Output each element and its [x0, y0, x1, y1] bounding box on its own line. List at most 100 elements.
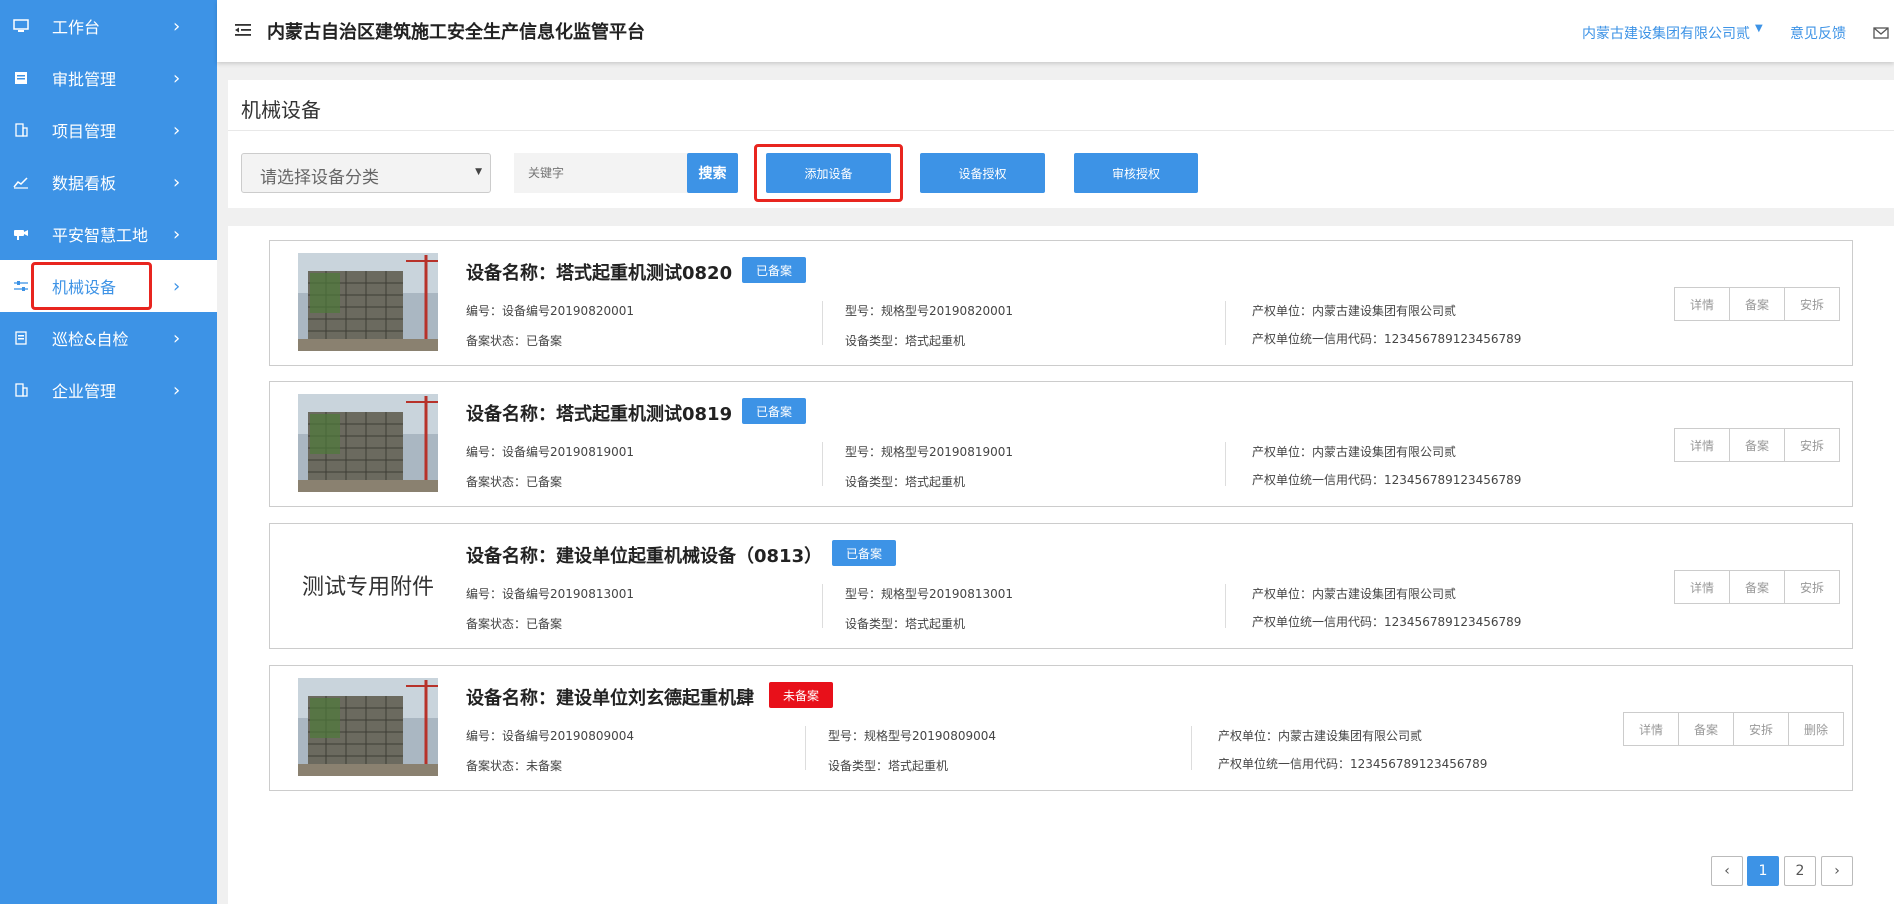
device-card: 设备名称：塔式起重机测试0819 已备案 编号：设备编号20190819001 … [269, 381, 1853, 507]
page-button-1[interactable]: 1 [1747, 856, 1779, 886]
status-value: 已备案 [526, 617, 563, 631]
feedback-link[interactable]: 意见反馈 [1790, 23, 1846, 43]
sidebar: 工作台 › 审批管理 › 项目管理 › 数据看板 › 平安智慧工地 › 机械设备… [0, 0, 217, 904]
device-name: 设备名称：建设单位刘玄德起重机肆 [466, 684, 754, 710]
credit-value: 123456789123456789 [1350, 757, 1488, 771]
credit-label: 产权单位统一信用代码： [1252, 615, 1385, 629]
model-value: 规格型号20190819001 [881, 445, 1013, 459]
device-type: 设备类型：塔式起重机 [845, 332, 965, 349]
highlight-frame [31, 262, 152, 310]
device-authorize-button[interactable]: 设备授权 [920, 153, 1045, 193]
app-title: 内蒙古自治区建筑施工安全生产信息化监管平台 [267, 22, 645, 43]
action-button[interactable]: 删除 [1789, 713, 1843, 745]
review-authorize-button[interactable]: 审核授权 [1074, 153, 1198, 193]
chart-icon [13, 174, 29, 190]
machine-icon [13, 278, 29, 294]
checklist-icon [13, 330, 29, 346]
action-button[interactable]: 备案 [1730, 571, 1785, 603]
device-model: 型号：规格型号20190820001 [845, 302, 1013, 319]
model-value: 规格型号20190820001 [881, 304, 1013, 318]
sidebar-item-dashboard[interactable]: 数据看板 › [0, 156, 217, 208]
owner-value: 内蒙古建设集团有限公司贰 [1278, 729, 1423, 743]
prev-page-button[interactable]: ‹ [1711, 856, 1743, 886]
sidebar-item-label: 项目管理 [52, 122, 117, 141]
action-button[interactable]: 详情 [1675, 288, 1730, 320]
model-label: 型号： [845, 304, 882, 318]
sidebar-item-enterprise[interactable]: 企业管理 › [0, 364, 217, 416]
highlight-frame [754, 144, 903, 202]
mail-icon[interactable] [1873, 24, 1889, 43]
status-badge: 已备案 [742, 398, 806, 424]
device-name-value: 塔式起重机测试0819 [556, 404, 733, 425]
type-value: 塔式起重机 [905, 334, 966, 348]
page-button-2[interactable]: 2 [1784, 856, 1816, 886]
next-page-button[interactable]: › [1821, 856, 1853, 886]
chevron-right-icon: › [173, 223, 181, 245]
caret-down-icon: ▼ [475, 167, 482, 177]
owner-unit: 产权单位：内蒙古建设集团有限公司贰 [1252, 302, 1456, 319]
action-group: 详情 备案 安拆 删除 [1623, 712, 1844, 746]
owner-value: 内蒙古建设集团有限公司贰 [1312, 445, 1457, 459]
action-button[interactable]: 备案 [1679, 713, 1734, 745]
chevron-right-icon: › [173, 379, 181, 401]
action-button[interactable]: 安拆 [1734, 713, 1789, 745]
status-value: 已备案 [526, 475, 563, 489]
sidebar-item-label: 企业管理 [52, 382, 117, 401]
type-value: 塔式起重机 [905, 617, 966, 631]
device-photo [298, 253, 438, 351]
action-button[interactable]: 详情 [1675, 429, 1730, 461]
action-button[interactable]: 备案 [1730, 288, 1785, 320]
company-switcher[interactable]: 内蒙古建设集团有限公司贰 [1582, 23, 1750, 43]
type-value: 塔式起重机 [888, 759, 949, 773]
credit-label: 产权单位统一信用代码： [1218, 757, 1351, 771]
action-group: 详情 备案 安拆 [1674, 428, 1840, 462]
credit-value: 123456789123456789 [1384, 615, 1522, 629]
status-label: 备案状态： [466, 334, 527, 348]
action-button[interactable]: 安拆 [1785, 429, 1839, 461]
action-button[interactable]: 安拆 [1785, 288, 1839, 320]
column-divider [1225, 442, 1226, 486]
category-select[interactable]: 请选择设备分类 ▼ [241, 153, 491, 193]
top-header: 内蒙古自治区建筑施工安全生产信息化监管平台 内蒙古建设集团有限公司贰 ▼ 意见反… [217, 0, 1894, 62]
keyword-input[interactable] [514, 153, 688, 193]
credit-code: 产权单位统一信用代码：123456789123456789 [1252, 613, 1521, 630]
sidebar-item-project[interactable]: 项目管理 › [0, 104, 217, 156]
sidebar-item-workbench[interactable]: 工作台 › [0, 0, 217, 52]
sidebar-item-approval[interactable]: 审批管理 › [0, 52, 217, 104]
status-badge: 未备案 [769, 682, 833, 708]
device-thumbnail: 测试专用附件 [298, 536, 438, 634]
action-button[interactable]: 详情 [1624, 713, 1679, 745]
column-divider [1191, 726, 1192, 770]
action-button[interactable]: 安拆 [1785, 571, 1839, 603]
credit-code: 产权单位统一信用代码：123456789123456789 [1218, 755, 1487, 772]
device-photo [298, 394, 438, 492]
status-label: 备案状态： [466, 475, 527, 489]
sidebar-item-smart-site[interactable]: 平安智慧工地 › [0, 208, 217, 260]
type-label: 设备类型： [845, 617, 906, 631]
type-value: 塔式起重机 [905, 475, 966, 489]
credit-label: 产权单位统一信用代码： [1252, 332, 1385, 346]
chevron-right-icon: › [173, 67, 181, 89]
sidebar-item-inspection[interactable]: 巡检&自检 › [0, 312, 217, 364]
record-status: 备案状态：已备案 [466, 615, 562, 632]
monitor-icon [13, 18, 29, 34]
credit-label: 产权单位统一信用代码： [1252, 473, 1385, 487]
action-group: 详情 备案 安拆 [1674, 570, 1840, 604]
device-photo [298, 678, 438, 776]
menu-toggle-icon[interactable] [235, 22, 251, 41]
model-value: 规格型号20190809004 [864, 729, 996, 743]
thumbnail-text: 测试专用附件 [301, 575, 434, 600]
credit-code: 产权单位统一信用代码：123456789123456789 [1252, 330, 1521, 347]
device-code: 编号：设备编号20190819001 [466, 443, 634, 460]
code-label: 编号： [466, 587, 503, 601]
action-button[interactable]: 备案 [1730, 429, 1785, 461]
device-name-value: 建设单位起重机械设备（0813） [556, 546, 823, 567]
code-value: 设备编号20190819001 [502, 445, 634, 459]
search-button[interactable]: 搜索 [687, 153, 738, 193]
action-button[interactable]: 详情 [1675, 571, 1730, 603]
record-status: 备案状态：已备案 [466, 332, 562, 349]
caret-down-icon[interactable]: ▼ [1755, 23, 1763, 34]
page-title: 机械设备 [241, 98, 321, 122]
chevron-right-icon: › [173, 119, 181, 141]
column-divider [822, 584, 823, 628]
